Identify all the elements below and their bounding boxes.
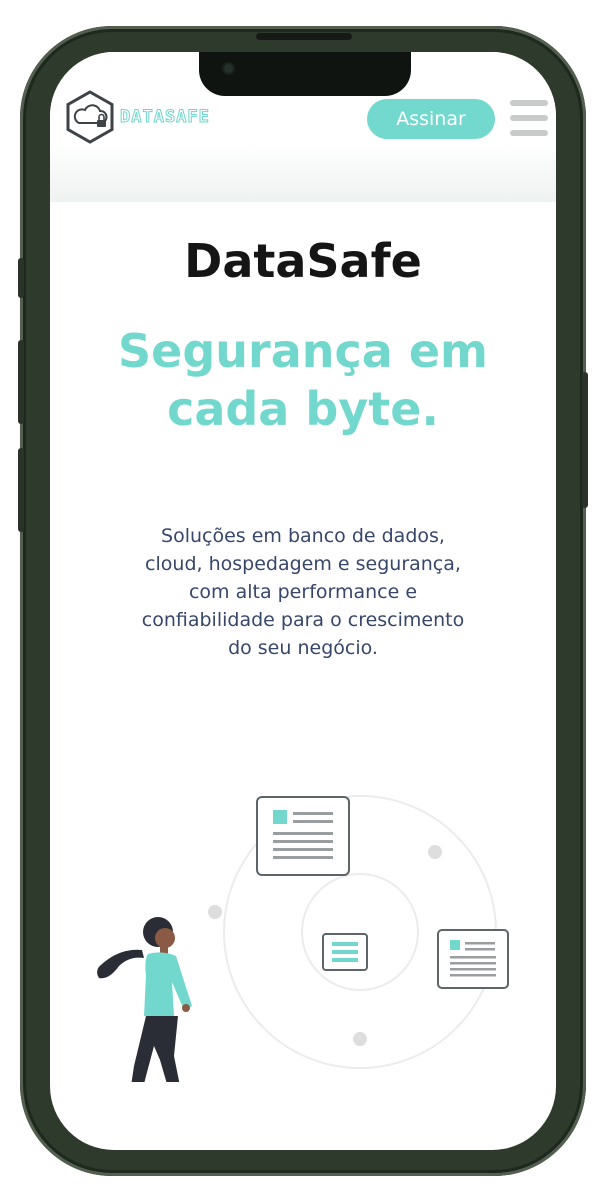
brand-heading: DataSafe (184, 234, 422, 288)
woman-figure (97, 917, 192, 1082)
phone-speaker (256, 33, 352, 40)
phone-power-button (582, 372, 588, 508)
document-card-top (256, 796, 350, 876)
phone-silent-switch (18, 258, 24, 298)
hamburger-menu-icon[interactable] (508, 100, 550, 136)
phone-notch (199, 52, 411, 96)
document-card-center (322, 933, 368, 971)
description-line: confiabilidade para o crescimento (141, 609, 465, 631)
description-line: cloud, hospedagem e segurança, (145, 553, 461, 575)
phone-volume-down (18, 448, 24, 532)
tagline-line-2: cada byte. (167, 382, 439, 436)
hero-description: Soluções em banco de dados, cloud, hospe… (80, 522, 526, 662)
phone-screen: DATASAFE Assinar DataSafe Segurança em c… (50, 52, 556, 1150)
hero-tagline: Segurança em cada byte. (50, 322, 556, 438)
document-card-right (437, 929, 509, 989)
phone-volume-up (18, 340, 24, 424)
signup-button[interactable]: Assinar (367, 99, 495, 139)
logo-text: DATASAFE (120, 107, 210, 128)
description-line: com alta performance e (188, 581, 418, 603)
description-line: do seu negócio. (228, 637, 378, 659)
site-logo[interactable]: DATASAFE (62, 89, 232, 145)
woman-with-document-cards-illustration (97, 795, 509, 1082)
cloud-lock-hexagon-icon (66, 90, 114, 144)
description-line: Soluções em banco de dados, (161, 525, 445, 547)
tagline-line-1: Segurança em (118, 324, 488, 378)
front-camera (224, 64, 233, 73)
